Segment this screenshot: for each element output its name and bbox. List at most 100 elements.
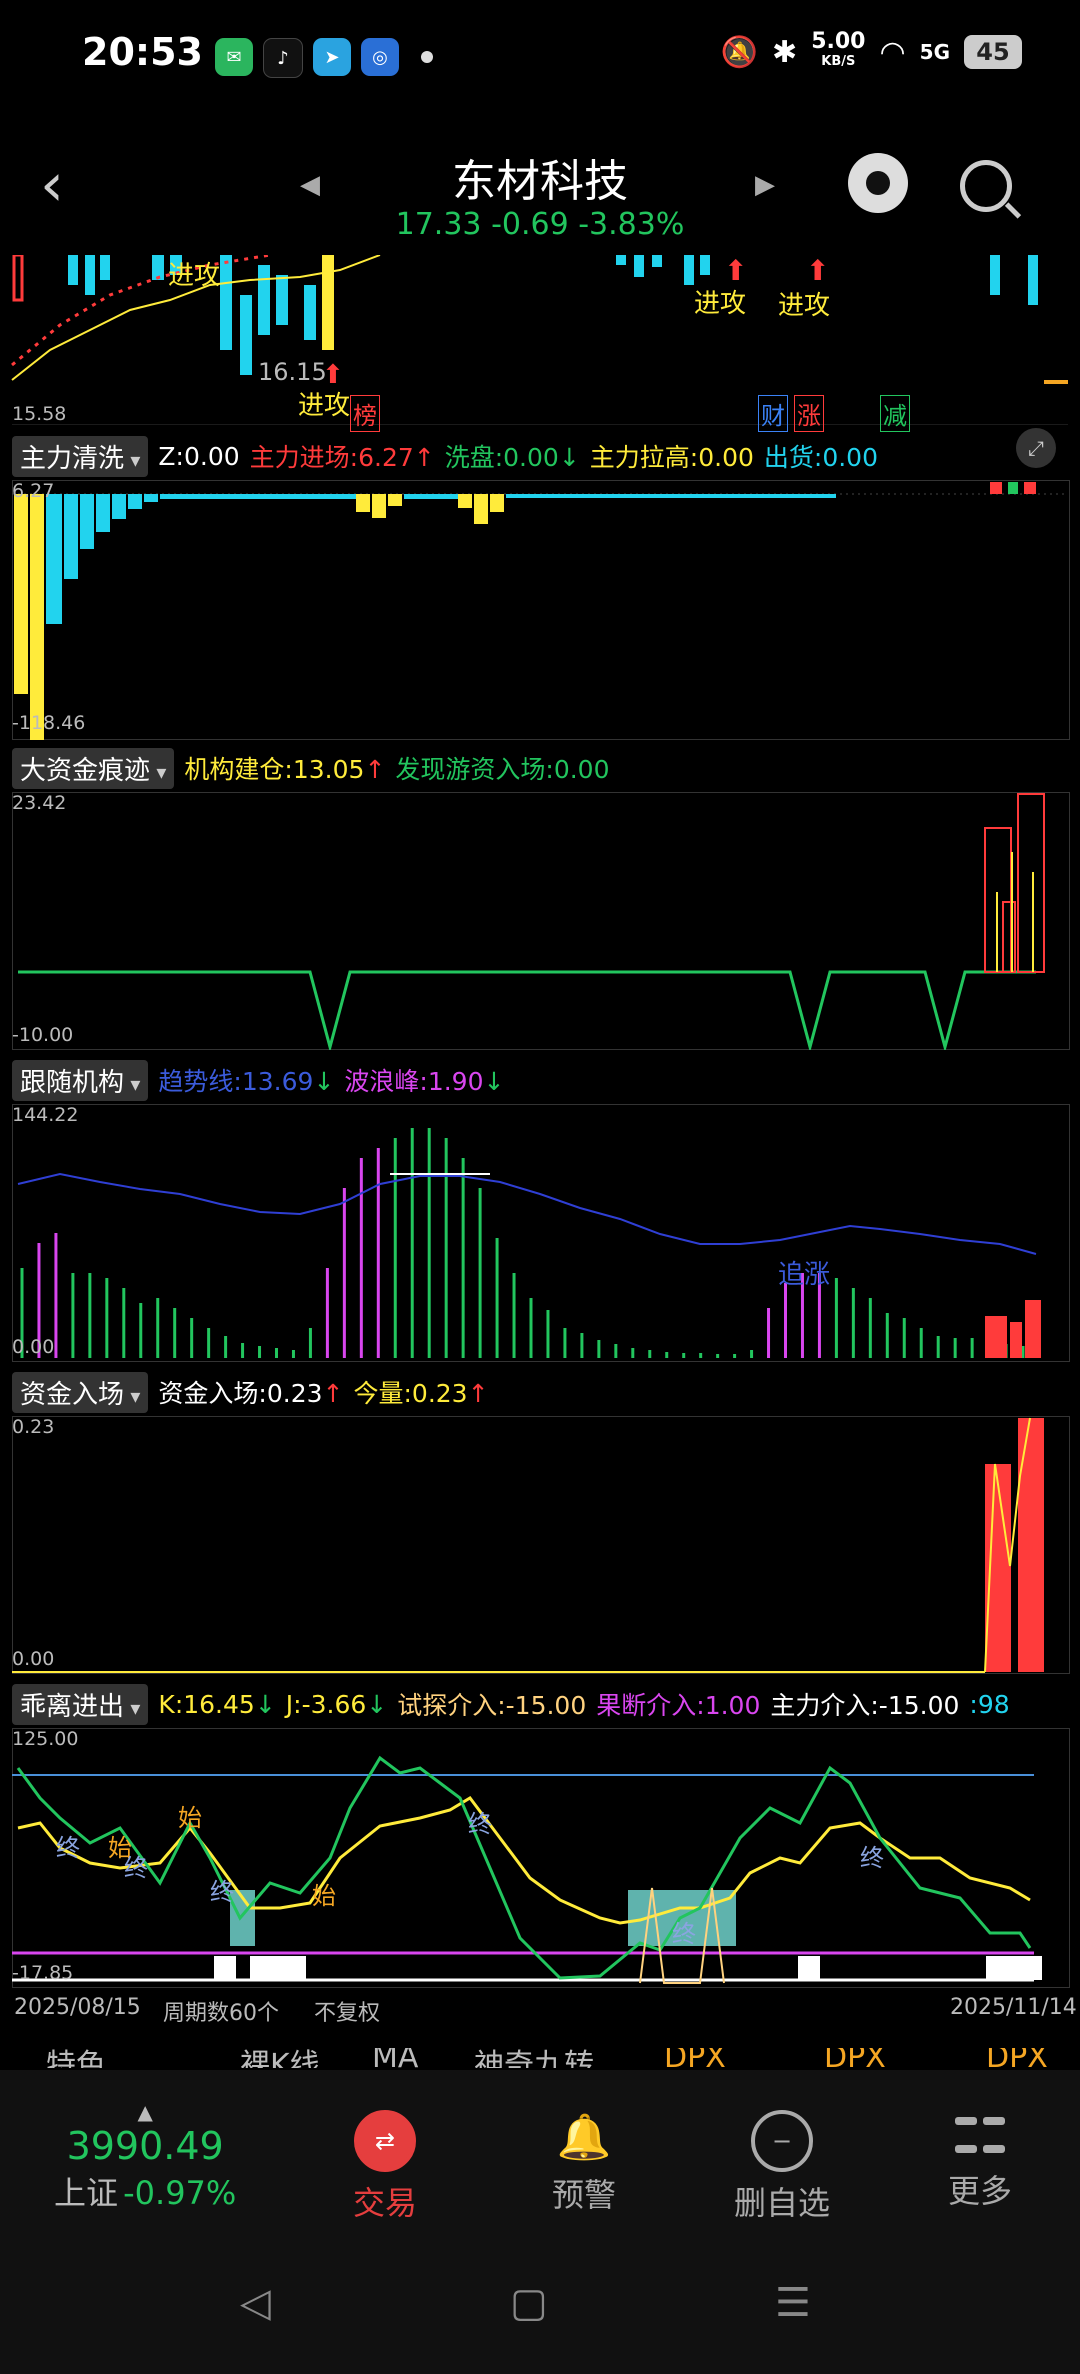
end-mark: 终 (210, 1878, 234, 1906)
rise-badge: 涨 (794, 395, 824, 432)
indicator-tabs[interactable]: 特色 裸K线 MA 神奇九转 DPX DPX DPX (0, 2048, 1080, 2068)
adjust-mode[interactable]: 不复权 (314, 1995, 380, 2027)
panel4-selector[interactable]: 资金入场 (12, 1371, 149, 1413)
start-date: 2025/08/15 (14, 1995, 141, 2020)
stock-quote: 17.33 -0.69 -3.83% (395, 207, 685, 242)
kline-min-label: 16.15 (258, 358, 327, 386)
attack-label: 进攻 (694, 289, 747, 319)
wifi-icon: ◠ (879, 34, 906, 70)
panel1-item-z: Z:0.00 (158, 441, 240, 471)
panel5-selector[interactable]: 乖离进出 (12, 1683, 149, 1725)
panel5-item-main: 主力介入:-15.00 (770, 1691, 960, 1720)
start-mark: 始 (312, 1882, 336, 1910)
tab-ma[interactable]: MA (372, 2048, 418, 2068)
panel2-selector[interactable]: 大资金痕迹 (12, 747, 175, 789)
index-ticker[interactable]: ▲ 3990.49 上证 -0.97% (54, 2100, 236, 2214)
tab-dpx-3[interactable]: DPX (986, 2048, 1048, 2068)
system-icons: 🔕 ✱ 5.00 KB/S ◠ 5G 45 (721, 29, 1022, 72)
end-mark: 终 (860, 1844, 884, 1872)
panel4-ymin: 0.00 (12, 1648, 55, 1670)
browser-icon: ◎ (361, 38, 399, 76)
rank-badge: 榜 (350, 395, 380, 432)
attack-arrow-icon: ⬆ (806, 255, 829, 287)
bottom-bar: ▲ 3990.49 上证 -0.97% ⇄ 交易 🔔 预警 − 删自选 更多 (0, 2070, 1080, 2230)
attack-label: 进攻 (168, 261, 221, 291)
panel5-item-probe: 试探介入:-15.00 (397, 1691, 587, 1720)
kline-chart: ⬆ ⬆ ⬆ (11, 253, 1068, 426)
panel3-selector[interactable]: 跟随机构 (12, 1059, 149, 1101)
trade-button[interactable]: ⇄ 交易 (325, 2110, 445, 2224)
notification-icons: ✉ ♪ ➤ ◎ (215, 38, 433, 78)
nav-back-icon[interactable]: ◁ (240, 2280, 271, 2326)
tab-special[interactable]: 特色 (46, 2048, 106, 2068)
wechat-icon: ✉ (215, 38, 253, 76)
index-value: 3990.49 (66, 2124, 224, 2168)
panel2-ymin: -10.00 (12, 1024, 74, 1046)
bell-icon: 🔔 (556, 2112, 612, 2163)
kline-panel[interactable]: ⬆ ⬆ ⬆ 15.58 16.15 进攻 进攻 进攻 进攻 榜 财 涨 减 (0, 253, 1080, 432)
finance-badge: 财 (758, 395, 788, 432)
panel2-item-inst-build: 机构建仓:13.05↑ (184, 755, 386, 784)
panel1-item-raise: 主力拉高:0.00 (589, 443, 754, 472)
index-name: 上证 (54, 2174, 119, 2212)
grid-icon (955, 2110, 1005, 2160)
reduce-badge: 减 (880, 395, 910, 432)
remove-icon: − (751, 2110, 813, 2172)
panel5-trail: :98 (969, 1689, 1010, 1719)
attack-label: 进攻 (298, 391, 351, 421)
panel5-ymax: 125.00 (12, 1728, 79, 1750)
panel2-header: 大资金痕迹 机构建仓:13.05↑ 发现游资入场:0.00 (12, 747, 610, 789)
tab-naked-k[interactable]: 裸K线 (240, 2048, 320, 2068)
panel1-ymin: -118.46 (12, 712, 86, 734)
telegram-icon: ➤ (313, 38, 351, 76)
end-mark: 终 (468, 1810, 492, 1838)
signal-icon: 5G (919, 40, 950, 64)
tab-dpx-1[interactable]: DPX (664, 2048, 726, 2068)
status-bar: 20:53 ✉ ♪ ➤ ◎ 🔕 ✱ 5.00 KB/S ◠ 5G 45 (0, 0, 1080, 120)
start-mark: 始 (178, 1804, 202, 1832)
panel1-ymax: 6.27 (12, 480, 55, 502)
expand-icon[interactable]: ⤢ (1016, 428, 1056, 468)
panel3-ymax: 144.22 (12, 1104, 79, 1126)
more-notifications-dot-icon (421, 51, 433, 63)
panel3-item-wave: 波浪峰:1.90↓ (344, 1067, 505, 1096)
next-stock-button[interactable]: ▶ (755, 170, 775, 200)
end-mark: 终 (56, 1834, 80, 1862)
panel5-chart: 125.00 -17.85 始 始 始 终 终 终 终 终 终 (0, 1728, 1080, 1988)
kline-low-label: 15.58 (12, 403, 67, 425)
index-pct: -0.97% (123, 2174, 237, 2212)
search-icon[interactable] (960, 160, 1012, 212)
mascot-icon[interactable] (848, 153, 908, 213)
end-mark: 终 (124, 1854, 148, 1882)
panel5-ymin: -17.85 (12, 1962, 74, 1984)
panel3-ymin: 0.00 (12, 1336, 55, 1358)
panel4-item-capital: 资金入场:0.23↑ (158, 1379, 344, 1408)
alert-button[interactable]: 🔔 预警 (524, 2110, 644, 2216)
panel1-selector[interactable]: 主力清洗 (12, 435, 149, 477)
panel5-item-k: K:16.45↓ (158, 1689, 276, 1719)
chase-label: 追涨 (778, 1260, 831, 1290)
more-button[interactable]: 更多 (920, 2110, 1040, 2212)
panel1-item-wash: 洗盘:0.00↓ (444, 443, 580, 472)
nav-home-icon[interactable]: ▢ (510, 2280, 548, 2326)
net-speed: 5.00 KB/S (811, 29, 866, 70)
panel2-item-hot-money: 发现游资入场:0.00 (395, 755, 610, 784)
panel4-chart: 0.23 0.00 (0, 1416, 1080, 1674)
bluetooth-icon: ✱ (772, 34, 798, 70)
panel3-chart: 144.22 0.00 追涨 (0, 1104, 1080, 1362)
system-navigation: ◁ ▢ ☰ (0, 2230, 1080, 2374)
stock-header: ‹ ◀ 东材科技 17.33 -0.69 -3.83% ▶ (0, 125, 1080, 255)
panel2-ymax: 23.42 (12, 792, 67, 814)
tab-dpx-2[interactable]: DPX (824, 2048, 886, 2068)
end-mark: 终 (672, 1920, 696, 1948)
remove-watchlist-button[interactable]: − 删自选 (722, 2110, 842, 2224)
panel5-item-decisive: 果断介入:1.00 (596, 1691, 761, 1720)
panel3-header: 跟随机构 趋势线:13.69↓ 波浪峰:1.90↓ (12, 1059, 505, 1101)
attack-label: 进攻 (778, 291, 831, 321)
end-date: 2025/11/14 (950, 1995, 1077, 2020)
period-count: 周期数60个 (163, 2001, 279, 2026)
panel2-chart: 23.42 -10.00 (0, 792, 1080, 1050)
panel4-ymax: 0.23 (12, 1416, 55, 1438)
nav-recents-icon[interactable]: ☰ (775, 2280, 811, 2326)
tab-nine[interactable]: 神奇九转 (474, 2048, 594, 2068)
